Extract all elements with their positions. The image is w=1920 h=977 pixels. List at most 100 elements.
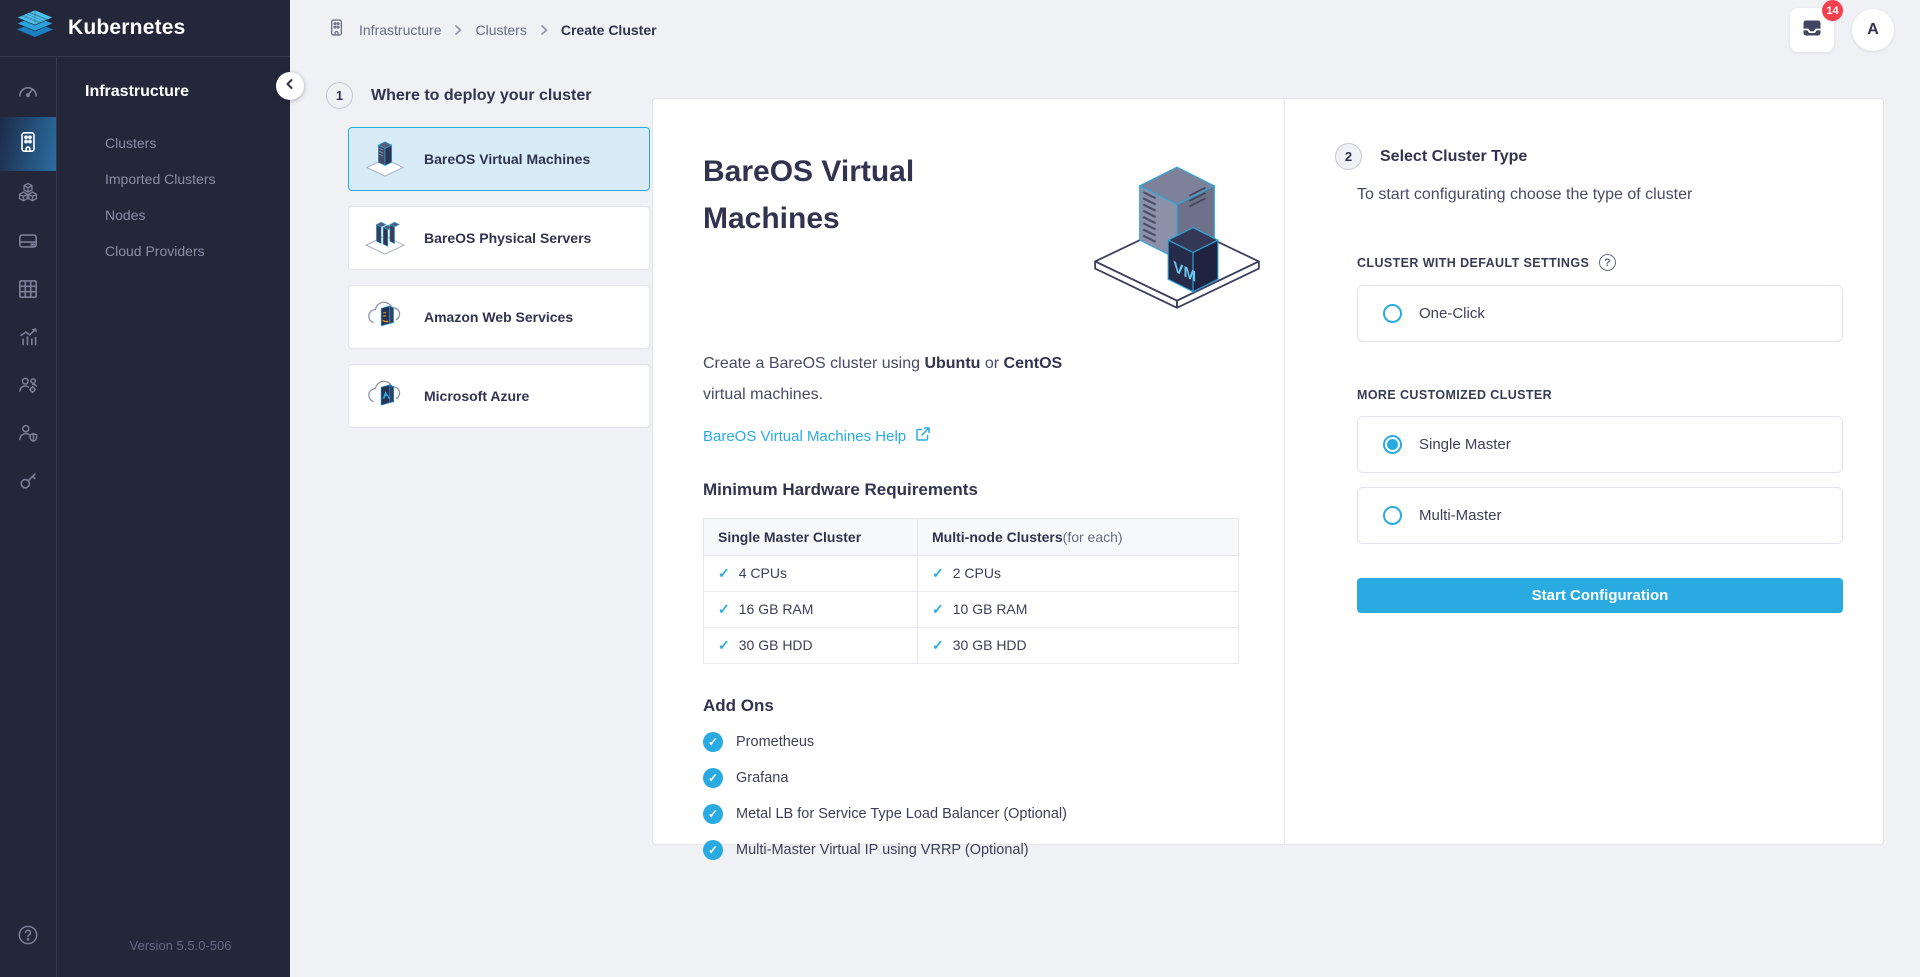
infrastructure-building-icon — [15, 129, 41, 160]
requirements-heading: Minimum Hardware Requirements — [703, 480, 1266, 500]
avatar[interactable]: A — [1852, 9, 1894, 51]
check-icon: ✓ — [932, 601, 944, 617]
deploy-option-bareos-physical-servers[interactable]: BareOS Physical Servers — [348, 206, 650, 270]
monitoring-chart-icon — [15, 324, 41, 355]
cluster-type-multi-master[interactable]: Multi-Master — [1357, 487, 1843, 544]
table-row: ✓4 CPUs ✓2 CPUs — [704, 556, 1239, 592]
rail-item-monitoring[interactable] — [0, 315, 56, 363]
notification-badge: 14 — [1822, 0, 1843, 21]
customized-cluster-group-label: MORE CUSTOMIZED CLUSTER — [1357, 388, 1843, 402]
step1-header: 1 Where to deploy your cluster — [326, 82, 652, 109]
check-icon: ✓ — [932, 565, 944, 581]
bareos-physical-servers-icon — [362, 215, 408, 262]
addons-heading: Add Ons — [703, 696, 1266, 716]
storage-server-icon — [15, 228, 41, 259]
rail-item-dashboard[interactable] — [0, 69, 56, 117]
detail-title: BareOS Virtual Machines — [703, 149, 993, 322]
check-icon: ✓ — [718, 601, 730, 617]
check-icon: ✓ — [932, 637, 944, 653]
breadcrumb: Infrastructure Clusters Create Cluster — [326, 17, 657, 43]
checked-circle-icon[interactable]: ✓ — [703, 732, 723, 752]
kubernetes-layers-logo-icon — [15, 10, 55, 47]
deploy-option-label: Amazon Web Services — [424, 309, 573, 325]
rail-item-storage[interactable] — [0, 219, 56, 267]
cluster-type-single-master[interactable]: Single Master — [1357, 416, 1843, 473]
deploy-option-bareos-virtual-machines[interactable]: BareOS Virtual Machines — [348, 127, 650, 191]
aws-cloud-icon — [362, 294, 408, 341]
step2-number: 2 — [1335, 143, 1362, 170]
step1-number: 1 — [326, 82, 353, 109]
apps-grid-icon — [15, 276, 41, 307]
sidebar-item-clusters[interactable]: Clusters — [85, 125, 290, 161]
chevron-right-icon — [539, 24, 549, 36]
sidebar-item-nodes[interactable]: Nodes — [85, 197, 290, 233]
chevron-right-icon — [453, 24, 463, 36]
breadcrumb-infrastructure[interactable]: Infrastructure — [359, 22, 441, 38]
workloads-cubes-icon — [15, 180, 41, 211]
breadcrumb-building-icon — [326, 17, 347, 43]
rail-item-workloads[interactable] — [0, 171, 56, 219]
deploy-option-label: BareOS Physical Servers — [424, 230, 591, 246]
checked-circle-icon[interactable]: ✓ — [703, 768, 723, 788]
rail-item-keys[interactable] — [0, 459, 56, 507]
breadcrumb-clusters[interactable]: Clusters — [475, 22, 526, 38]
step1-title: Where to deploy your cluster — [371, 87, 591, 105]
check-icon: ✓ — [718, 565, 730, 581]
icon-rail — [0, 57, 57, 977]
help-icon — [15, 922, 41, 953]
keys-icon — [15, 468, 41, 499]
deploy-option-microsoft-azure[interactable]: Microsoft Azure — [348, 364, 650, 428]
breadcrumb-create-cluster: Create Cluster — [561, 22, 657, 38]
topbar: Infrastructure Clusters Create Cluster 1… — [290, 0, 1920, 60]
detail-description: Create a BareOS cluster using Ubuntu or … — [703, 348, 1083, 410]
brand-name: Kubernetes — [68, 16, 186, 40]
rail-item-infrastructure[interactable] — [0, 117, 56, 171]
requirements-col-single-master: Single Master Cluster — [704, 519, 918, 556]
deploy-option-label: BareOS Virtual Machines — [424, 151, 590, 167]
radio-checked-icon[interactable] — [1383, 435, 1402, 454]
checked-circle-icon[interactable]: ✓ — [703, 804, 723, 824]
bareos-vm-icon — [362, 136, 408, 183]
help-circle-icon[interactable]: ? — [1599, 254, 1616, 271]
step2-title: Select Cluster Type — [1380, 148, 1527, 166]
addon-prometheus: ✓ Prometheus — [703, 732, 1266, 752]
cluster-type-one-click[interactable]: One-Click — [1357, 285, 1843, 342]
rail-item-help[interactable] — [0, 913, 56, 961]
rail-item-user-management[interactable] — [0, 363, 56, 411]
step2-header: 2 Select Cluster Type — [1335, 143, 1843, 170]
dashboard-gauge-icon — [15, 78, 41, 109]
sidebar-item-imported-clusters[interactable]: Imported Clusters — [85, 161, 290, 197]
main-area: Infrastructure Clusters Create Cluster 1… — [290, 0, 1920, 977]
step1-column: 1 Where to deploy your cluster BareOS Vi… — [326, 72, 652, 977]
deploy-option-amazon-web-services[interactable]: Amazon Web Services — [348, 285, 650, 349]
checked-circle-icon[interactable]: ✓ — [703, 840, 723, 860]
rail-item-apps[interactable] — [0, 267, 56, 315]
content: 1 Where to deploy your cluster BareOS Vi… — [290, 60, 1920, 977]
sidebar-item-cloud-providers[interactable]: Cloud Providers — [85, 233, 290, 269]
detail-section: BareOS Virtual Machines — [653, 99, 1285, 844]
check-icon: ✓ — [718, 637, 730, 653]
table-row: ✓30 GB HDD ✓30 GB HDD — [704, 628, 1239, 664]
vm-server-illustration: VM — [1088, 149, 1266, 322]
version-label: Version 5.5.0-506 — [130, 938, 232, 953]
rail-item-access-control[interactable] — [0, 411, 56, 459]
external-link-icon — [915, 426, 931, 446]
addon-grafana: ✓ Grafana — [703, 768, 1266, 788]
notifications-button[interactable]: 14 — [1790, 8, 1834, 52]
deploy-option-label: Microsoft Azure — [424, 388, 529, 404]
user-management-users-gear-icon — [15, 372, 41, 403]
bareos-help-link[interactable]: BareOS Virtual Machines Help — [703, 426, 931, 446]
addon-metal-lb: ✓ Metal LB for Service Type Load Balance… — [703, 804, 1266, 824]
inbox-icon — [1800, 16, 1824, 45]
radio-unchecked-icon[interactable] — [1383, 304, 1402, 323]
radio-unchecked-icon[interactable] — [1383, 506, 1402, 525]
brand-logo[interactable]: Kubernetes — [0, 0, 290, 57]
table-row: ✓16 GB RAM ✓10 GB RAM — [704, 592, 1239, 628]
nav-section-title: Infrastructure — [85, 83, 290, 101]
requirements-table: Single Master Cluster Multi-node Cluster… — [703, 518, 1239, 664]
start-configuration-button[interactable]: Start Configuration — [1357, 578, 1843, 613]
sidebar-collapse-button[interactable] — [276, 72, 304, 100]
cluster-detail-panel: BareOS Virtual Machines — [652, 98, 1884, 845]
chevron-left-icon — [284, 77, 296, 95]
step2-section: 2 Select Cluster Type To start configura… — [1285, 99, 1883, 844]
